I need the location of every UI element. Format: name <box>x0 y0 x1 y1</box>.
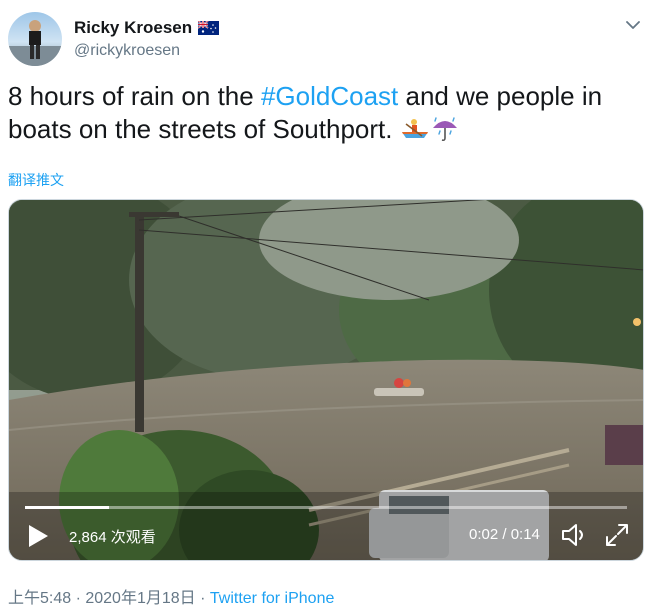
display-name[interactable]: Ricky Kroesen <box>74 18 192 38</box>
video-time: 0:02 / 0:14 <box>469 526 540 543</box>
avatar[interactable] <box>8 12 62 66</box>
translate-tweet-link[interactable]: 翻译推文 <box>8 170 64 190</box>
rowboat-icon <box>401 119 428 138</box>
video-controls: 2,864 次观看 0:02 / 0:14 <box>9 490 643 560</box>
australian-flag-icon <box>198 21 220 35</box>
author-names: Ricky Kroesen @rickykroesen <box>74 18 220 60</box>
play-icon[interactable] <box>27 524 49 548</box>
video-player[interactable]: 2,864 次观看 0:02 / 0:14 <box>8 199 644 561</box>
progress-bar[interactable] <box>25 506 627 509</box>
tweet-header: Ricky Kroesen @rickykroesen <box>8 12 642 72</box>
hashtag-link[interactable]: #GoldCoast <box>261 81 398 111</box>
tweet-footer: 上午5:48 · 2020年1月18日 · Twitter for iPhone <box>8 584 334 608</box>
fullscreen-icon[interactable] <box>605 523 629 547</box>
handle[interactable]: @rickykroesen <box>74 42 219 60</box>
tweet-text-part1: 8 hours of rain on the <box>8 81 261 111</box>
chevron-down-icon[interactable] <box>624 16 642 34</box>
timestamp[interactable]: 上午5:48 · 2020年1月18日 · <box>8 590 210 607</box>
volume-muted-icon[interactable] <box>561 522 589 548</box>
display-name-row[interactable]: Ricky Kroesen <box>74 18 220 38</box>
view-count: 2,864 次观看 <box>69 529 156 546</box>
tweet-text: 8 hours of rain on the #GoldCoast and we… <box>8 80 642 146</box>
source-link[interactable]: Twitter for iPhone <box>210 590 335 607</box>
progress-fill <box>25 506 110 509</box>
umbrella-rain-icon <box>432 117 457 142</box>
